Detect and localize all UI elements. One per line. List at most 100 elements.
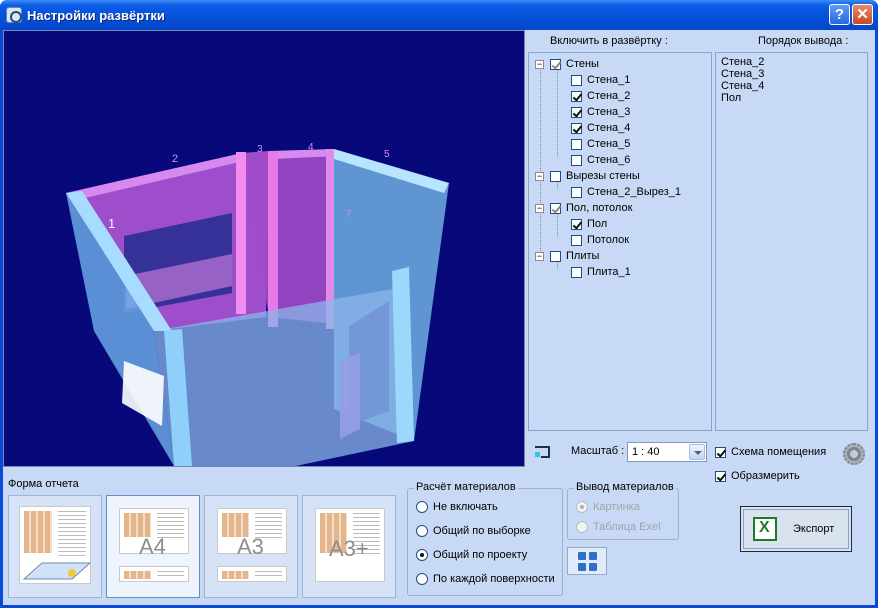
output-option-picture[interactable]: Картинка (576, 501, 640, 513)
calc-option-none[interactable]: Не включать (416, 501, 498, 513)
checkbox-wall-2[interactable] (571, 90, 582, 102)
tree-node-slabs[interactable]: − Плиты (535, 249, 599, 263)
checkbox-cutout-1[interactable] (571, 186, 582, 198)
title-bar: Настройки развёртки ? ✕ (0, 0, 878, 30)
form-a4-button[interactable]: A4 (106, 495, 200, 598)
form-a3-button[interactable]: A3 (204, 495, 298, 598)
export-label: Экспорт (793, 523, 835, 535)
list-item[interactable]: Стена_2 (721, 56, 764, 68)
export-button[interactable]: Экспорт (740, 506, 852, 552)
tree-node-wall-5[interactable]: Стена_5 (571, 137, 630, 151)
report-form-label: Форма отчета (8, 478, 79, 490)
checkbox-cutouts[interactable] (550, 170, 561, 182)
materials-calc-title: Расчёт материалов (414, 481, 518, 493)
3d-viewport[interactable]: 1 2 3 4 5 7 (3, 30, 525, 467)
form-scheme-button[interactable] (8, 495, 102, 598)
output-option-table[interactable]: Таблица Exel (576, 521, 661, 533)
collapse-icon[interactable]: − (535, 203, 544, 213)
collapse-icon[interactable]: − (535, 251, 544, 261)
wall-label-4: 4 (308, 142, 314, 153)
radio-selection[interactable] (416, 525, 428, 537)
chevron-down-icon[interactable] (689, 444, 705, 460)
window-title: Настройки развёртки (27, 8, 165, 23)
materials-output-group: Вывод материалов Картинка Таблица Exel (567, 481, 679, 540)
wall-label-7: 7 (346, 209, 352, 220)
scale-value: 1 : 40 (632, 446, 660, 458)
sheet-preview (119, 566, 189, 582)
form-a3plus-button[interactable]: A3+ (302, 495, 396, 598)
help-button[interactable]: ? (829, 4, 850, 25)
collapse-icon[interactable]: − (535, 171, 544, 181)
order-label: Порядок вывода : (758, 35, 849, 47)
include-label: Включить в развёртку : (550, 35, 668, 47)
checkbox-wall-4[interactable] (571, 122, 582, 134)
tree-node-wall-6[interactable]: Стена_6 (571, 153, 630, 167)
tree-node-label: Плиты (566, 250, 600, 262)
checkbox-wall-6[interactable] (571, 154, 582, 166)
radio-each-surface[interactable] (416, 573, 428, 585)
wall-label-5: 5 (384, 149, 390, 160)
tree-node-ceiling[interactable]: Потолок (571, 233, 629, 247)
scale-select[interactable]: 1 : 40 (627, 442, 707, 462)
tree-node-label: Стена_2 (587, 90, 631, 102)
tree-node-label: Потолок (587, 234, 630, 246)
tree-node-walls[interactable]: − Стены (535, 57, 599, 71)
materials-calc-group: Расчёт материалов Не включать Общий по в… (407, 481, 563, 596)
dimension-checkbox[interactable] (715, 470, 726, 482)
radio-picture[interactable] (576, 501, 588, 513)
excel-icon (753, 517, 777, 541)
checkbox-slabs[interactable] (550, 250, 561, 262)
room-scheme-checkbox-row[interactable]: Схема помещения (715, 446, 826, 458)
scale-icon (535, 446, 550, 458)
tree-node-floor[interactable]: Пол (571, 217, 607, 231)
tree-node-floor-ceiling[interactable]: − Пол, потолок (535, 201, 632, 215)
checkbox-floor[interactable] (571, 218, 582, 230)
list-item[interactable]: Пол (721, 92, 741, 104)
calc-option-selection[interactable]: Общий по выборке (416, 525, 531, 537)
include-tree[interactable]: − Стены Стена_1 Стена_2 Стена_3 Стена_4 (528, 52, 712, 431)
radio-label: Картинка (593, 501, 640, 513)
tree-node-wall-3[interactable]: Стена_3 (571, 105, 630, 119)
checkbox-walls[interactable] (550, 58, 561, 70)
sheet-preview (19, 506, 92, 584)
dimension-checkbox-row[interactable]: Образмерить (715, 470, 800, 482)
tree-node-cutout-1[interactable]: Стена_2_Вырез_1 (571, 185, 681, 199)
calc-option-project[interactable]: Общий по проекту (416, 549, 527, 561)
tree-node-cutouts[interactable]: − Вырезы стены (535, 169, 640, 183)
collapse-icon[interactable]: − (535, 59, 544, 69)
tree-node-label: Стена_1 (587, 74, 631, 86)
tree-node-label: Стена_3 (587, 106, 631, 118)
close-button[interactable]: ✕ (852, 4, 873, 25)
radio-none[interactable] (416, 501, 428, 513)
tree-node-slab-1[interactable]: Плита_1 (571, 265, 631, 279)
tree-node-wall-2[interactable]: Стена_2 (571, 89, 630, 103)
wall-label-1: 1 (108, 216, 115, 231)
output-order-list[interactable]: Стена_2 Стена_3 Стена_4 Пол (715, 52, 868, 431)
calc-option-each-surface[interactable]: По каждой поверхности (416, 573, 555, 585)
list-item[interactable]: Стена_4 (721, 80, 764, 92)
radio-project[interactable] (416, 549, 428, 561)
list-item[interactable]: Стена_3 (721, 68, 764, 80)
wall-label-3: 3 (257, 144, 263, 155)
checkbox-wall-3[interactable] (571, 106, 582, 118)
tree-node-label: Плита_1 (587, 266, 631, 278)
dialog-client: 1 2 3 4 5 7 Включить в развёртку : Поряд… (3, 30, 875, 605)
gear-icon[interactable] (843, 443, 865, 465)
app-icon (6, 7, 22, 23)
checkbox-floor-ceiling[interactable] (550, 202, 561, 214)
tree-node-wall-1[interactable]: Стена_1 (571, 73, 630, 87)
tree-node-wall-4[interactable]: Стена_4 (571, 121, 630, 135)
radio-table[interactable] (576, 521, 588, 533)
sheet-preview (217, 566, 287, 582)
checkbox-ceiling[interactable] (571, 234, 582, 246)
room-scheme-checkbox[interactable] (715, 446, 726, 458)
tree-node-label: Пол, потолок (566, 202, 633, 214)
a3-label: A3 (237, 534, 264, 559)
dimension-label: Образмерить (731, 470, 800, 482)
a3plus-label: A3+ (329, 536, 369, 561)
checkbox-wall-5[interactable] (571, 138, 582, 150)
checkbox-wall-1[interactable] (571, 74, 582, 86)
tile-view-button[interactable] (567, 547, 607, 575)
wall-label-2: 2 (172, 153, 178, 165)
checkbox-slab-1[interactable] (571, 266, 582, 278)
